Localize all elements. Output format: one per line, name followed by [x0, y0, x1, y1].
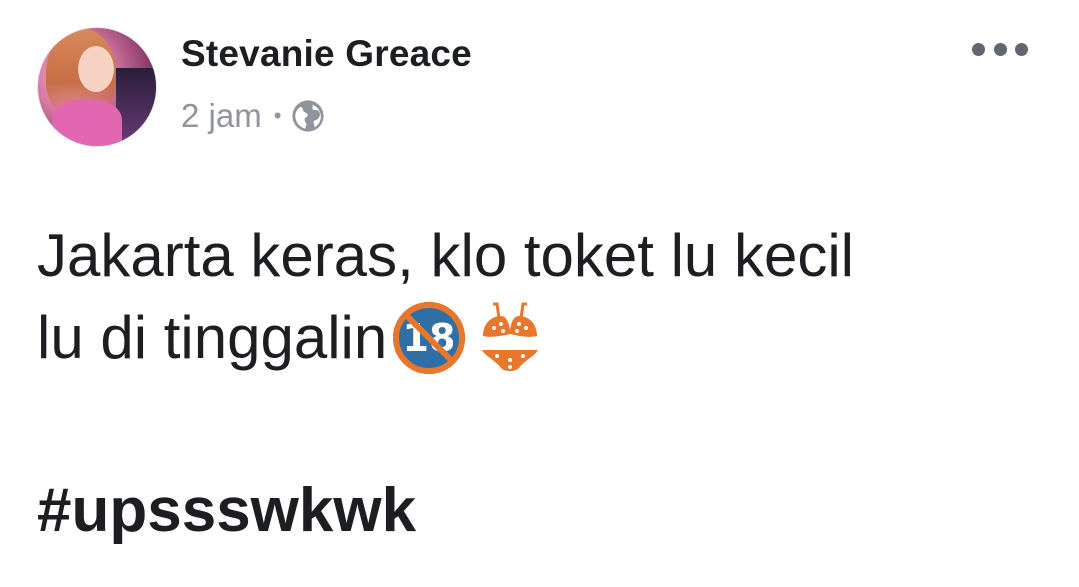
globe-icon[interactable]	[291, 99, 325, 133]
author-name[interactable]: Stevanie Greace	[181, 33, 472, 75]
post-options-button[interactable]	[972, 38, 1028, 60]
post-body: Jakarta keras, klo toket lu kecil lu di …	[37, 215, 1047, 379]
post-meta: 2 jam •	[181, 96, 325, 136]
meta-separator: •	[273, 103, 282, 128]
post-text-line-2: lu di tinggalin	[37, 304, 388, 371]
no-one-under-eighteen-icon: 18	[393, 302, 466, 374]
more-dot-icon	[972, 42, 985, 56]
post-text-line-1: Jakarta keras, klo toket lu kecil	[37, 222, 855, 289]
author-avatar[interactable]	[37, 27, 157, 147]
avatar-face	[78, 46, 114, 92]
more-dot-icon	[993, 42, 1007, 56]
facebook-post: Stevanie Greace 2 jam • Jakarta keras, k…	[0, 0, 1079, 587]
post-timestamp[interactable]: 2 jam	[181, 97, 262, 135]
more-dot-icon	[1015, 42, 1028, 56]
post-hashtag-link[interactable]: #upssswkwk	[37, 475, 416, 546]
avatar-background	[116, 68, 156, 146]
bikini-icon	[482, 302, 539, 371]
post-text-line-2-wrap: lu di tinggalin 18	[37, 297, 1047, 379]
avatar-clothing	[52, 100, 122, 146]
